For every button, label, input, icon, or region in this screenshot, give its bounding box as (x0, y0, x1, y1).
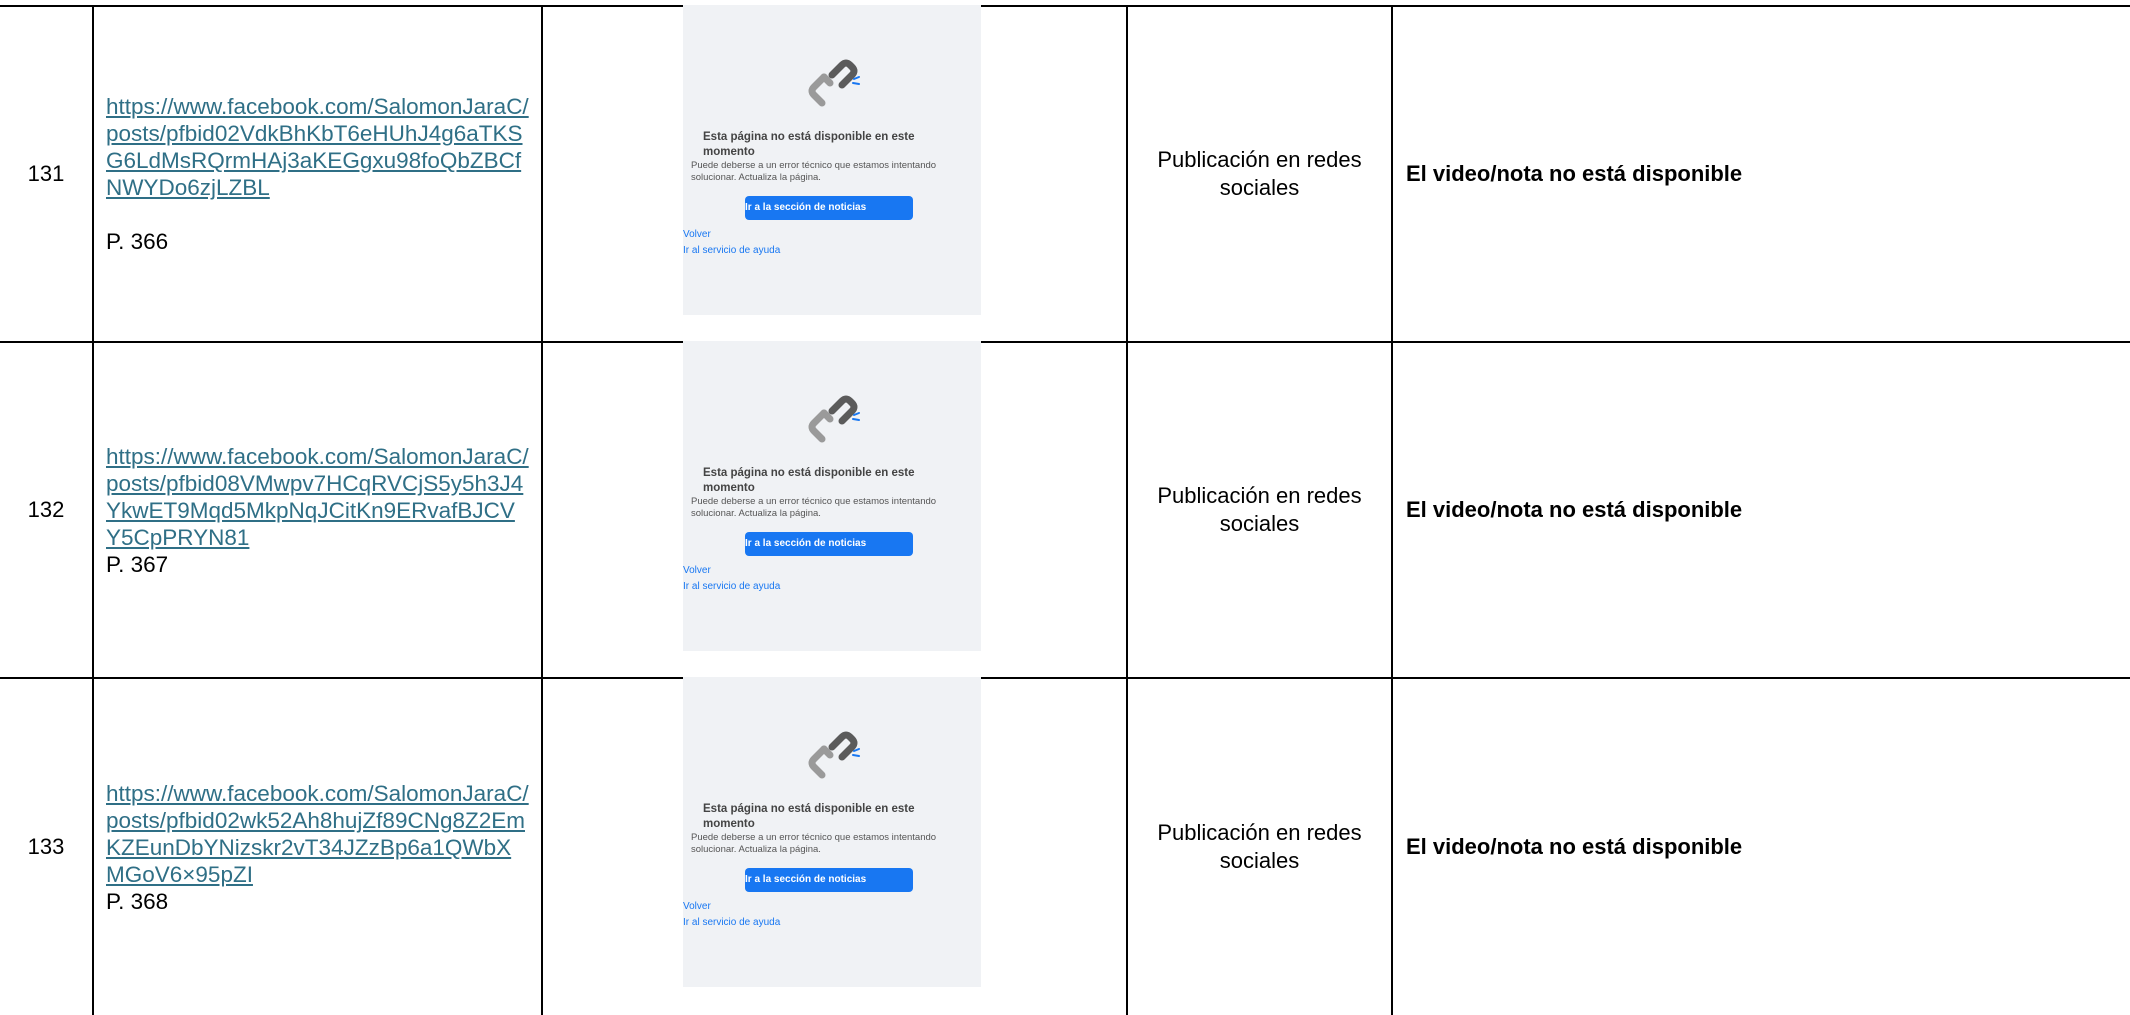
screenshot-cell: Esta página no está disponible en este m… (541, 5, 1128, 343)
page-unavailable-screenshot: Esta página no está disponible en este m… (683, 677, 981, 987)
post-url-link[interactable]: https://www.facebook.com/SalomonJaraC/po… (106, 780, 529, 888)
availability-status: El video/nota no está disponible (1391, 677, 2130, 1015)
page-reference: P. 368 (106, 888, 169, 914)
broken-link-icon (808, 59, 860, 107)
unavailable-description: Puede deberse a un error técnico que est… (691, 496, 937, 519)
screenshot-cell: Esta página no está disponible en este m… (541, 677, 1128, 1015)
table-row: 133 https://www.facebook.com/SalomonJara… (0, 677, 2130, 1015)
unavailable-title: Esta página no está disponible en este m… (703, 803, 915, 830)
screenshot-cell: Esta página no está disponible en este m… (541, 341, 1128, 679)
news-feed-button[interactable]: Ir a la sección de noticias (745, 532, 913, 556)
post-url-link[interactable]: https://www.facebook.com/SalomonJaraC/po… (106, 443, 529, 551)
post-url-link[interactable]: https://www.facebook.com/SalomonJaraC/po… (106, 93, 529, 201)
page-reference: P. 366 (106, 229, 169, 254)
help-center-link[interactable]: Ir al servicio de ayuda (683, 917, 981, 928)
table-row: 131 https://www.facebook.com/SalomonJara… (0, 5, 2130, 343)
row-number: 132 (0, 341, 94, 679)
content-type: Publicación en redes sociales (1126, 677, 1393, 1015)
broken-link-icon (808, 395, 860, 443)
page-reference: P. 367 (106, 551, 169, 577)
row-number: 133 (0, 677, 94, 1015)
row-number: 131 (0, 5, 94, 343)
back-link[interactable]: Volver (683, 229, 981, 240)
link-cell: https://www.facebook.com/SalomonJaraC/po… (92, 341, 543, 679)
link-cell: https://www.facebook.com/SalomonJaraC/po… (92, 5, 543, 343)
evidence-table: 131 https://www.facebook.com/SalomonJara… (0, 5, 2130, 1015)
broken-link-icon (808, 731, 860, 779)
table-row: 132 https://www.facebook.com/SalomonJara… (0, 341, 2130, 679)
unavailable-description: Puede deberse a un error técnico que est… (691, 160, 937, 183)
unavailable-title: Esta página no está disponible en este m… (703, 467, 915, 494)
help-center-link[interactable]: Ir al servicio de ayuda (683, 581, 981, 592)
availability-status: El video/nota no está disponible (1391, 341, 2130, 679)
link-cell: https://www.facebook.com/SalomonJaraC/po… (92, 677, 543, 1015)
page-unavailable-screenshot: Esta página no está disponible en este m… (683, 341, 981, 651)
content-type: Publicación en redes sociales (1126, 341, 1393, 679)
availability-status: El video/nota no está disponible (1391, 5, 2130, 343)
back-link[interactable]: Volver (683, 565, 981, 576)
unavailable-title: Esta página no está disponible en este m… (703, 131, 915, 158)
content-type: Publicación en redes sociales (1126, 5, 1393, 343)
news-feed-button[interactable]: Ir a la sección de noticias (745, 868, 913, 892)
help-center-link[interactable]: Ir al servicio de ayuda (683, 245, 981, 256)
unavailable-description: Puede deberse a un error técnico que est… (691, 832, 937, 855)
back-link[interactable]: Volver (683, 901, 981, 912)
page-unavailable-screenshot: Esta página no está disponible en este m… (683, 5, 981, 315)
news-feed-button[interactable]: Ir a la sección de noticias (745, 196, 913, 220)
